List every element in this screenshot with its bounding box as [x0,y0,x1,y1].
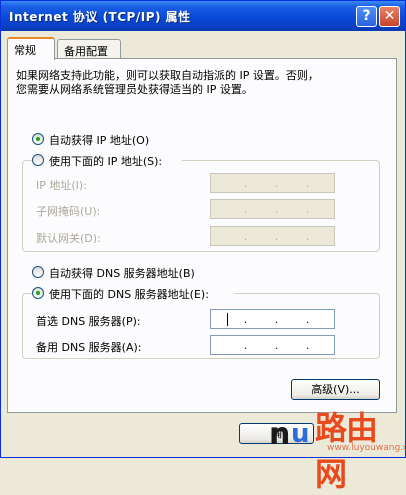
alternate-dns-label: 备用 DNS 服务器(A): [36,341,142,354]
watermark-u: u [291,419,310,449]
close-button[interactable]: ✕ [379,6,400,27]
radio-manual-ip-label: 使用下面的 IP 地址(S): [49,155,163,168]
general-tab-panel: 如果网络支持此功能，则可以获取自动指派的 IP 设置。否则， 您需要从网络系统管… [7,58,397,413]
advanced-button[interactable]: 高级(V)... [291,379,380,400]
text-caret [227,313,228,326]
description-line-2: 您需要从网络系统管理员处获得适当的 IP 设置。 [16,83,253,96]
radio-icon[interactable] [32,133,44,145]
radio-icon[interactable] [32,154,44,166]
title-bar[interactable]: Internet 协议 (TCP/IP) 属性 ? ✕ [1,1,405,31]
description-line-1: 如果网络支持此功能，则可以获取自动指派的 IP 设置。否则， [16,69,319,82]
ip-address-label: IP 地址(I): [36,179,87,192]
tcpip-properties-dialog: Internet 协议 (TCP/IP) 属性 ? ✕ 常规 备用配置 如果网络… [0,0,406,493]
radio-auto-dns-label: 自动获得 DNS 服务器地址(B) [49,267,195,280]
ip-address-input: ... [210,173,335,193]
default-gateway-input: ... [210,226,335,246]
watermark-logo: n u 路由网 www.luyouwang.com [267,401,406,493]
preferred-dns-label: 首选 DNS 服务器(P): [36,315,141,328]
radio-auto-ip-label: 自动获得 IP 地址(O) [49,134,150,147]
radio-manual-ip[interactable]: 使用下面的 IP 地址(S): [32,153,182,169]
help-button[interactable]: ? [356,6,377,27]
subnet-mask-label: 子网掩码(U): [36,205,101,218]
watermark-n: n [269,417,291,452]
close-icon: ✕ [383,8,396,24]
default-gateway-label: 默认网关(D): [36,232,101,245]
subnet-mask-input: ... [210,199,335,219]
radio-icon[interactable] [32,266,44,278]
radio-icon[interactable] [32,287,44,299]
radio-manual-dns[interactable]: 使用下面的 DNS 服务器地址(E): [32,286,234,302]
watermark-site: www.luyouwang.com [327,443,406,453]
alternate-dns-input[interactable]: ... [210,335,335,355]
help-icon: ? [362,8,371,24]
tab-general[interactable]: 常规 [7,37,55,60]
radio-manual-dns-label: 使用下面的 DNS 服务器地址(E): [49,288,209,301]
preferred-dns-input[interactable]: ... [210,309,335,329]
tab-alternate-configuration[interactable]: 备用配置 [57,39,121,59]
window-title: Internet 协议 (TCP/IP) 属性 [9,10,191,24]
description-text: 如果网络支持此功能，则可以获取自动指派的 IP 设置。否则， 您需要从网络系统管… [16,69,386,97]
